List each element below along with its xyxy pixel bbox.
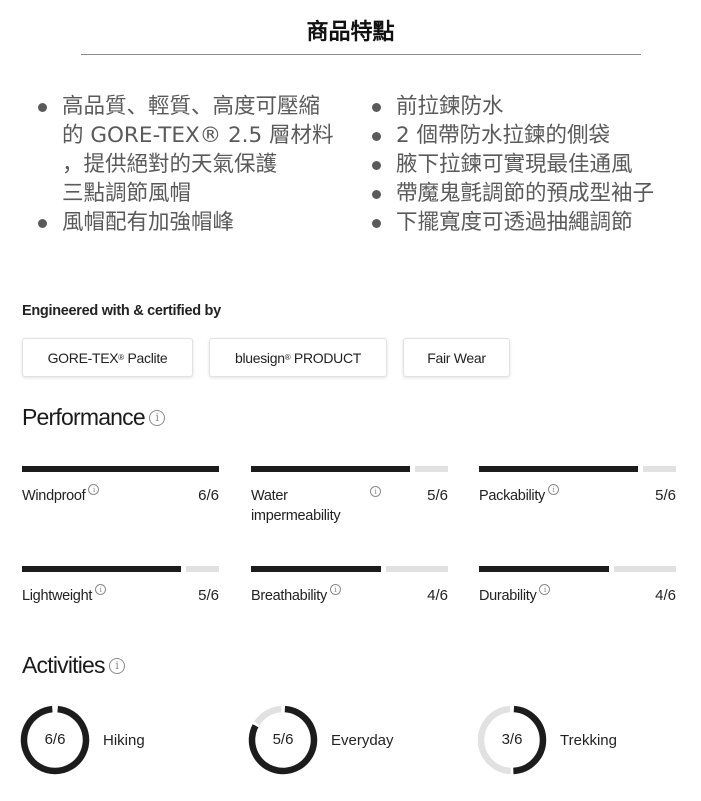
activity-item: 3/6 Trekking (477, 705, 617, 775)
rating-value: 4/6 (655, 587, 676, 604)
feature-item: 腋下拉鍊可實現最佳通風 (368, 150, 701, 179)
rating-value: 5/6 (198, 587, 219, 604)
info-icon[interactable]: i (108, 657, 125, 674)
rating-label: Packability i (479, 484, 560, 506)
cert-badge-bluesign[interactable]: bluesign ® PRODUCT (209, 338, 387, 377)
rating-value: 4/6 (427, 587, 448, 604)
activity-item: 5/6 Everyday (248, 705, 394, 775)
rating-value: 5/6 (427, 487, 448, 504)
feature-text: 帶魔鬼氈調節的預成型袖子 (396, 181, 655, 206)
rating-bar-empty (643, 466, 676, 472)
info-icon[interactable]: i (88, 484, 100, 495)
activity-score: 5/6 (272, 731, 294, 748)
activity-ring: 6/6 (20, 705, 90, 775)
cert-badge-gore-tex[interactable]: GORE-TEX ® Paclite (22, 338, 193, 377)
rating-label: Lightweight i (22, 584, 107, 606)
feature-text: 風帽配有加強帽峰 (62, 210, 235, 235)
feature-list-right: 前拉鍊防水 2 個帶防水拉鍊的側袋 腋下拉鍊可實現最佳通風 帶魔鬼氈調節的預成型… (368, 92, 701, 237)
bullet-icon (372, 103, 381, 112)
activity-label: Everyday (331, 731, 394, 749)
rating-value: 6/6 (198, 487, 219, 504)
cert-suffix: PRODUCT (290, 349, 362, 366)
rating-bar-filled (251, 566, 381, 572)
rating-value: 5/6 (655, 487, 676, 504)
info-icon[interactable]: i (370, 486, 381, 497)
feature-item: 帶魔鬼氈調節的預成型袖子 (368, 179, 701, 208)
rating-bar-filled (22, 566, 181, 572)
activity-score: 3/6 (501, 731, 523, 748)
feature-item: 2 個帶防水拉鍊的側袋 (368, 121, 701, 150)
feature-text: 2 個帶防水拉鍊的側袋 (396, 123, 611, 148)
rating-label: Breathability i (251, 584, 341, 606)
title-divider (81, 54, 641, 55)
performance-title: Performance (22, 404, 146, 430)
performance-heading: Performance i (22, 404, 165, 431)
rating-bar-empty (386, 566, 448, 572)
cert-name: GORE-TEX (47, 349, 119, 366)
bullet-icon (38, 103, 47, 112)
bullet-icon (372, 190, 381, 199)
activity-score: 6/6 (44, 731, 66, 748)
rating-label: Windproof i (22, 484, 100, 506)
activities-title: Activities (22, 652, 106, 678)
feature-item: 風帽配有加強帽峰 (34, 208, 364, 237)
rating-bar-filled (22, 466, 219, 472)
rating-bar-empty (614, 566, 676, 572)
feature-item: 高品質、輕質、高度可壓縮 的 GORE-TEX® 2.5 層材料 ，提供絕對的天… (34, 92, 364, 208)
info-icon[interactable]: i (148, 409, 165, 426)
info-icon[interactable]: i (95, 584, 107, 595)
certifications-heading: Engineered with & certified by (22, 303, 221, 319)
feature-text: 前拉鍊防水 (396, 94, 504, 119)
bullet-icon (38, 219, 47, 228)
feature-text: 下擺寬度可透過抽繩調節 (396, 210, 633, 235)
bullet-icon (372, 161, 381, 170)
cert-badge-fair-wear[interactable]: Fair Wear (403, 338, 510, 377)
rating-bar-empty (415, 466, 448, 472)
activity-label: Trekking (560, 731, 617, 749)
feature-text: 高品質、輕質、高度可壓縮 的 GORE-TEX® 2.5 層材料 ，提供絕對的天… (62, 94, 334, 206)
activity-ring: 3/6 (477, 705, 547, 775)
feature-item: 下擺寬度可透過抽繩調節 (368, 208, 701, 237)
cert-suffix: Paclite (123, 349, 168, 366)
info-icon[interactable]: i (329, 584, 341, 595)
bullet-icon (372, 132, 381, 141)
activities-heading: Activities i (22, 652, 125, 679)
rating-bar-filled (479, 466, 638, 472)
info-icon[interactable]: i (548, 484, 560, 495)
activity-ring: 5/6 (248, 705, 318, 775)
rating-bar-empty (186, 566, 219, 572)
cert-name: bluesign (234, 349, 285, 366)
bullet-icon (372, 219, 381, 228)
rating-bar-filled (251, 466, 410, 472)
cert-name: Fair Wear (427, 349, 486, 366)
feature-item: 前拉鍊防水 (368, 92, 701, 121)
rating-label: Durability i (479, 584, 551, 606)
info-icon[interactable]: i (539, 584, 551, 595)
feature-list-left: 高品質、輕質、高度可壓縮 的 GORE-TEX® 2.5 層材料 ，提供絕對的天… (34, 92, 364, 237)
activity-label: Hiking (103, 731, 145, 749)
page-title: 商品特點 (306, 20, 395, 45)
rating-label: Water impermeability (251, 488, 341, 524)
rating-bar-filled (479, 566, 609, 572)
feature-text: 腋下拉鍊可實現最佳通風 (396, 152, 633, 177)
activity-item: 6/6 Hiking (20, 705, 145, 775)
